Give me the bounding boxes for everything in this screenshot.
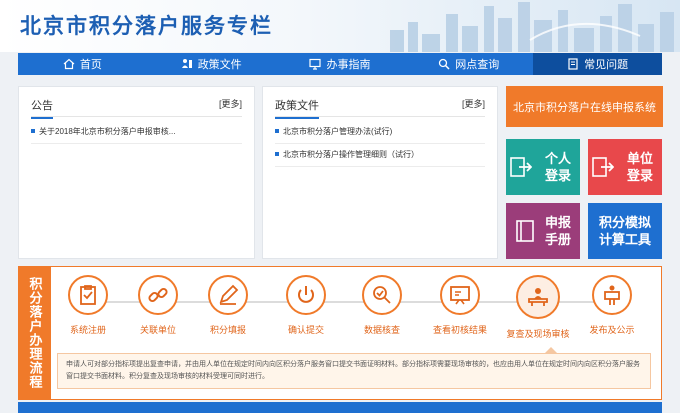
step-label: 积分填报 [209,325,246,335]
manual-icon [516,220,534,242]
header: 北京市积分落户服务专栏 [0,0,680,52]
step-review-onsite[interactable]: 复查及现场审核 [501,275,575,340]
announcement-icon [604,285,620,305]
main-nav: 首页 政策文件 办事指南 网点查询 常见问题 [18,53,662,75]
book-icon [568,58,578,70]
policy-panel-header: 政策文件 [更多] [275,93,485,119]
company-login-label: 单位登录 [626,151,653,183]
online-application-button[interactable]: 北京市积分落户在线申报系统 [506,86,663,127]
notice-item[interactable]: 关于2018年北京市积分落户申报审核... [31,121,242,144]
manual-label: 申报手册 [544,215,571,247]
manual-tile[interactable]: 申报手册 [506,203,580,259]
nav-item-home[interactable]: 首页 [18,53,147,75]
step-fill-points[interactable]: 积分填报 [191,275,265,336]
step-label: 确认提交 [287,325,324,335]
person-login-icon [510,157,532,177]
nav-label: 政策文件 [197,59,242,71]
person-doc-icon [181,59,192,68]
personal-login-label: 个人登录 [544,151,571,183]
nav-label: 首页 [79,59,102,71]
step-label: 关联单位 [139,325,176,335]
nav-label: 网点查询 [455,59,500,71]
step-publish[interactable]: 发布及公示 [575,275,649,336]
policy-title: 政策文件 [275,97,319,119]
footer-bar [18,402,662,413]
points-calculator-label: 积分模拟计算工具 [598,215,651,247]
desk-person-icon [528,288,548,306]
nav-label: 办事指南 [326,59,371,71]
process-title: 积分落户办理流程 [19,267,51,399]
power-icon [298,286,314,303]
process-description: 申请人可对部分指标项提出复查申请，并由用人单位在规定时间内向区积分落户服务窗口提… [57,353,651,389]
step-confirm-submit[interactable]: 确认提交 [269,275,343,336]
step-register[interactable]: 系统注册 [51,275,125,336]
company-login-tile[interactable]: 单位登录 [588,139,662,195]
step-label: 数据核查 [363,325,400,335]
step-label: 查看初核结果 [432,325,487,335]
pen-icon [219,284,239,305]
policy-item[interactable]: 北京市积分落户管理办法(试行) [275,121,485,144]
personal-login-tile[interactable]: 个人登录 [506,139,580,195]
step-label: 发布及公示 [589,325,635,335]
nav-item-policy[interactable]: 政策文件 [147,53,276,75]
nav-item-faq[interactable]: 常见问题 [533,53,662,75]
monitor-icon [309,58,322,70]
search-icon [439,58,450,70]
notice-panel: 公告 [更多] 关于2018年北京市积分落户申报审核... [18,86,255,259]
magnifier-check-icon [373,286,391,304]
notice-panel-header: 公告 [更多] [31,93,242,119]
step-view-initial-result[interactable]: 查看初核结果 [423,275,497,336]
notice-list: 关于2018年北京市积分落户申报审核... [31,121,242,144]
step-data-check[interactable]: 数据核查 [345,275,419,336]
step-link-company[interactable]: 关联单位 [121,275,195,336]
policy-item[interactable]: 北京市积分落户操作管理细则（试行） [275,144,485,167]
home-icon [63,58,75,70]
nav-label: 常见问题 [584,59,629,71]
step-label: 系统注册 [69,325,106,335]
step-label: 复查及现场审核 [506,329,570,339]
site-title: 北京市积分落户服务专栏 [20,15,273,38]
policy-panel: 政策文件 [更多] 北京市积分落户管理办法(试行) 北京市积分落户操作管理细则（… [262,86,498,259]
link-icon [148,287,168,303]
nav-item-outlet-search[interactable]: 网点查询 [404,53,533,75]
policy-more-link[interactable]: [更多] [462,97,485,110]
board-icon [450,286,470,305]
policy-list: 北京市积分落户管理办法(试行) 北京市积分落户操作管理细则（试行） [275,121,485,167]
clipboard-icon [80,285,96,305]
points-calculator-tile[interactable]: 积分模拟计算工具 [588,203,662,259]
notice-more-link[interactable]: [更多] [219,97,242,110]
notice-title: 公告 [31,97,53,119]
company-login-icon [592,157,614,177]
process-section: 积分落户办理流程 系统注册 关联单位 积分填报 确认提交 数据核查 查看初核结果… [18,266,662,400]
skyline-illustration [390,2,674,52]
nav-item-guide[interactable]: 办事指南 [276,53,405,75]
